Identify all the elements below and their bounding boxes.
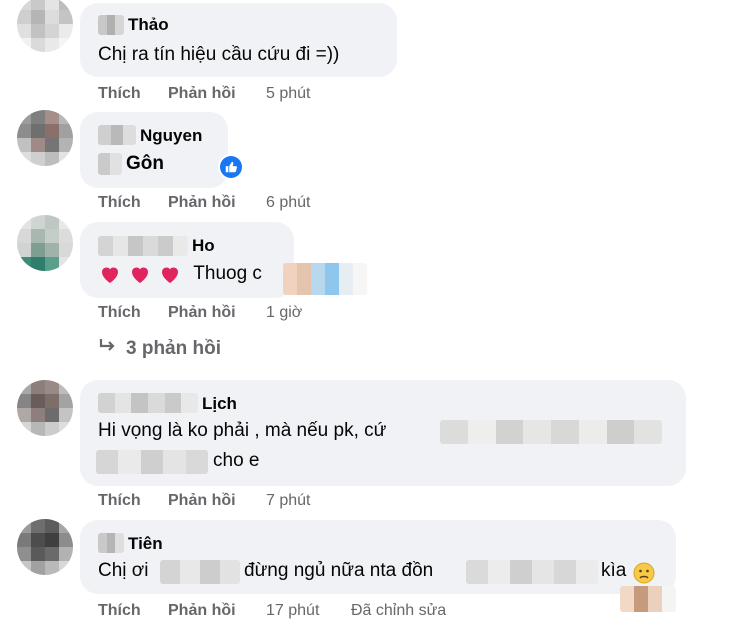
blurred-content bbox=[160, 560, 240, 584]
blurred-name bbox=[98, 153, 122, 175]
worried-face-emoji-icon bbox=[633, 562, 655, 584]
comment-author[interactable]: Nguyen bbox=[140, 126, 202, 146]
reply-link[interactable]: Phản hồi bbox=[168, 194, 236, 212]
blurred-name bbox=[98, 533, 124, 553]
like-link[interactable]: Thích bbox=[98, 194, 141, 212]
like-link[interactable]: Thích bbox=[98, 304, 141, 322]
comment-text-line2: cho e bbox=[213, 450, 260, 471]
comment-text-part3: kìa bbox=[601, 560, 627, 581]
heart-emoji-icon bbox=[102, 267, 118, 283]
comment-text: Chị ra tín hiệu cầu cứu đi =)) bbox=[98, 44, 340, 65]
reply-link[interactable]: Phản hồi bbox=[168, 602, 236, 620]
blurred-name bbox=[98, 15, 124, 35]
like-reaction-badge[interactable] bbox=[218, 154, 244, 180]
view-replies-link[interactable]: 3 phản hồi bbox=[98, 338, 221, 360]
heart-emoji-icon bbox=[132, 267, 148, 283]
comment-text-line1: Hi vọng là ko phải , mà nếu pk, cứ bbox=[98, 420, 387, 441]
comment-author[interactable]: Thảo bbox=[128, 15, 169, 35]
comment-text-part1: Chị ơi bbox=[98, 560, 149, 581]
timestamp[interactable]: 6 phút bbox=[266, 194, 310, 212]
comment-author-line2[interactable]: Gôn bbox=[126, 153, 164, 175]
comment-author[interactable]: Ho bbox=[192, 236, 215, 256]
comment-author[interactable]: Lịch bbox=[202, 394, 237, 414]
blurred-content bbox=[96, 450, 208, 474]
comment-bubble bbox=[80, 222, 294, 298]
comment-text-line: Thuog c bbox=[98, 262, 262, 286]
reply-link[interactable]: Phản hồi bbox=[168, 85, 236, 103]
reply-link[interactable]: Phản hồi bbox=[168, 492, 236, 510]
edited-label[interactable]: Đã chỉnh sửa bbox=[351, 602, 446, 620]
comment-text: Thuog c bbox=[193, 263, 262, 284]
blurred-content bbox=[440, 420, 662, 444]
replies-count[interactable]: 3 phản hồi bbox=[126, 338, 221, 359]
avatar[interactable] bbox=[17, 380, 73, 436]
avatar[interactable] bbox=[17, 0, 73, 52]
comment-bubble bbox=[80, 112, 228, 188]
timestamp[interactable]: 5 phút bbox=[266, 85, 310, 103]
timestamp[interactable]: 7 phút bbox=[266, 492, 310, 510]
blurred-name bbox=[98, 125, 136, 145]
like-link[interactable]: Thích bbox=[98, 85, 141, 103]
thumbs-up-icon bbox=[225, 161, 237, 173]
blurred-name bbox=[98, 393, 198, 413]
heart-emoji-icon bbox=[162, 267, 178, 283]
avatar[interactable] bbox=[17, 110, 73, 166]
avatar[interactable] bbox=[17, 215, 73, 271]
timestamp[interactable]: 1 giờ bbox=[266, 304, 302, 322]
blurred-content bbox=[466, 560, 598, 584]
reply-link[interactable]: Phản hồi bbox=[168, 304, 236, 322]
blurred-content bbox=[283, 263, 367, 295]
reply-arrow-icon bbox=[98, 338, 118, 360]
comment-author[interactable]: Tiên bbox=[128, 534, 163, 554]
like-link[interactable]: Thích bbox=[98, 492, 141, 510]
comment-text-part2: đừng ngủ nữa nta đồn bbox=[244, 560, 434, 581]
timestamp[interactable]: 17 phút bbox=[266, 602, 319, 620]
like-link[interactable]: Thích bbox=[98, 602, 141, 620]
blurred-name bbox=[98, 236, 188, 256]
avatar[interactable] bbox=[17, 519, 73, 575]
blurred-content bbox=[620, 586, 676, 612]
